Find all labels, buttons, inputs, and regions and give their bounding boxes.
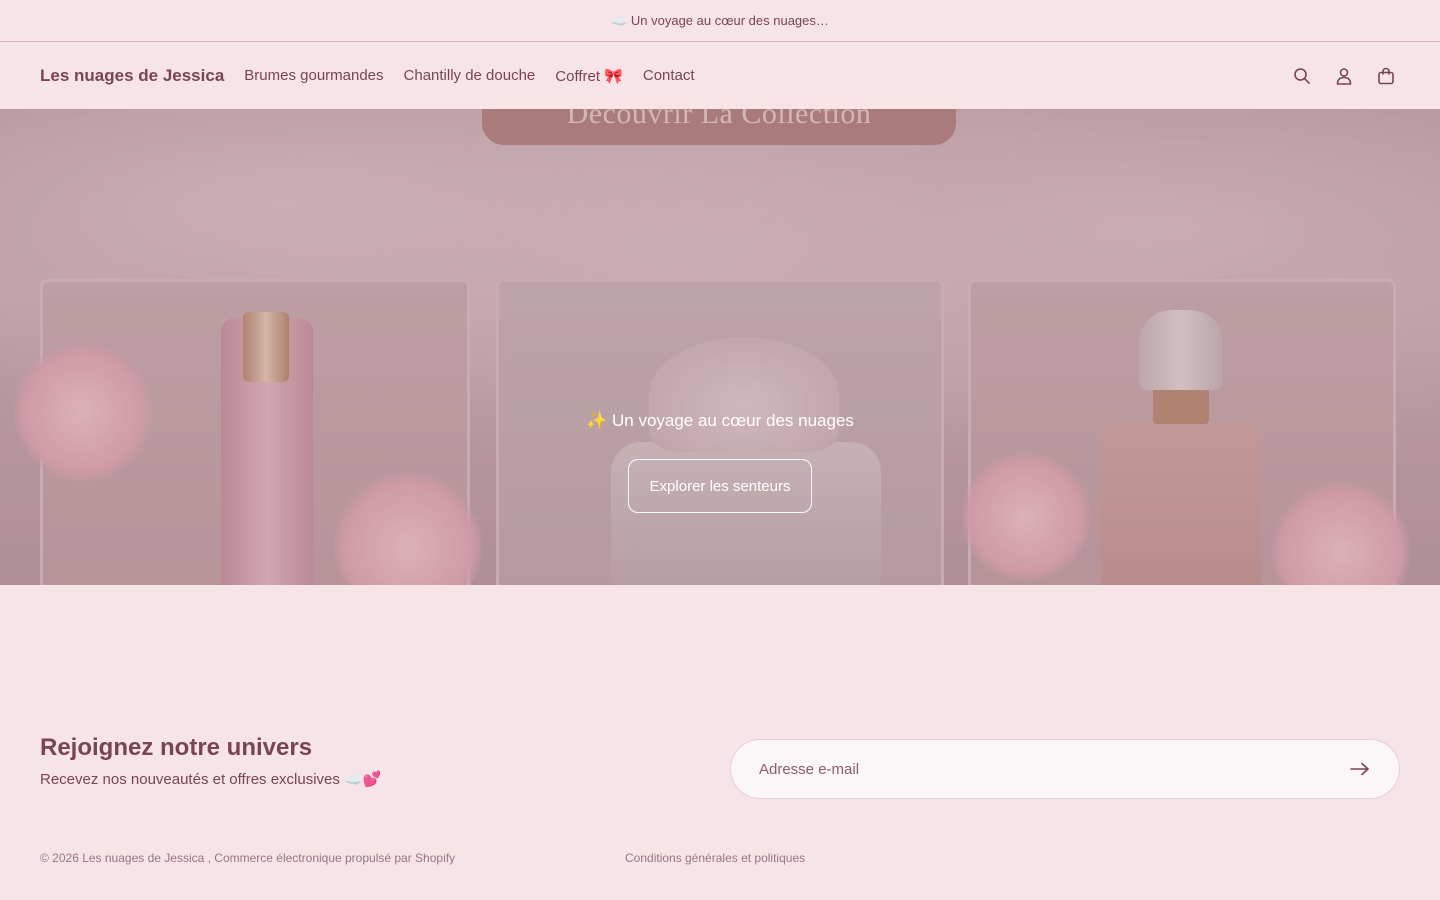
footer-policy-link[interactable]: Conditions générales et politiques: [625, 851, 805, 865]
nav-item-chantilly-de-douche[interactable]: Chantilly de douche: [404, 67, 536, 85]
announcement-text: ☁️ Un voyage au cœur des nuages…: [611, 12, 829, 28]
newsletter-subtitle: Recevez nos nouveautés et offres exclusi…: [40, 771, 382, 788]
cart-icon[interactable]: [1376, 66, 1396, 86]
announcement-bar: ☁️ Un voyage au cœur des nuages…: [0, 0, 1440, 42]
hero-overlay: [0, 109, 1440, 585]
email-input[interactable]: [759, 760, 1349, 778]
hero-tagline: ✨ Un voyage au cœur des nuages: [586, 411, 854, 430]
main-nav: Brumes gourmandes Chantilly de douche Co…: [244, 67, 694, 85]
hero-banner: Découvrir La Collection ✨ Un voyage au c…: [0, 109, 1440, 585]
newsletter-title: Rejoignez notre univers: [40, 734, 313, 761]
search-icon[interactable]: [1292, 66, 1312, 86]
nav-item-coffret[interactable]: Coffret 🎀: [555, 67, 623, 85]
header-icons: [1292, 66, 1396, 86]
site-header: Les nuages de Jessica Brumes gourmandes …: [0, 43, 1440, 109]
footer-copyright: © 2026 Les nuages de Jessica , Commerce …: [40, 851, 456, 865]
explore-scents-button[interactable]: Explorer les senteurs: [628, 459, 812, 513]
store-logo[interactable]: Les nuages de Jessica: [40, 66, 224, 86]
arrow-right-icon[interactable]: [1349, 758, 1371, 780]
nav-item-brumes-gourmandes[interactable]: Brumes gourmandes: [244, 67, 383, 85]
newsletter-form: [730, 739, 1400, 799]
nav-item-contact[interactable]: Contact: [643, 67, 695, 85]
account-icon[interactable]: [1334, 66, 1354, 86]
